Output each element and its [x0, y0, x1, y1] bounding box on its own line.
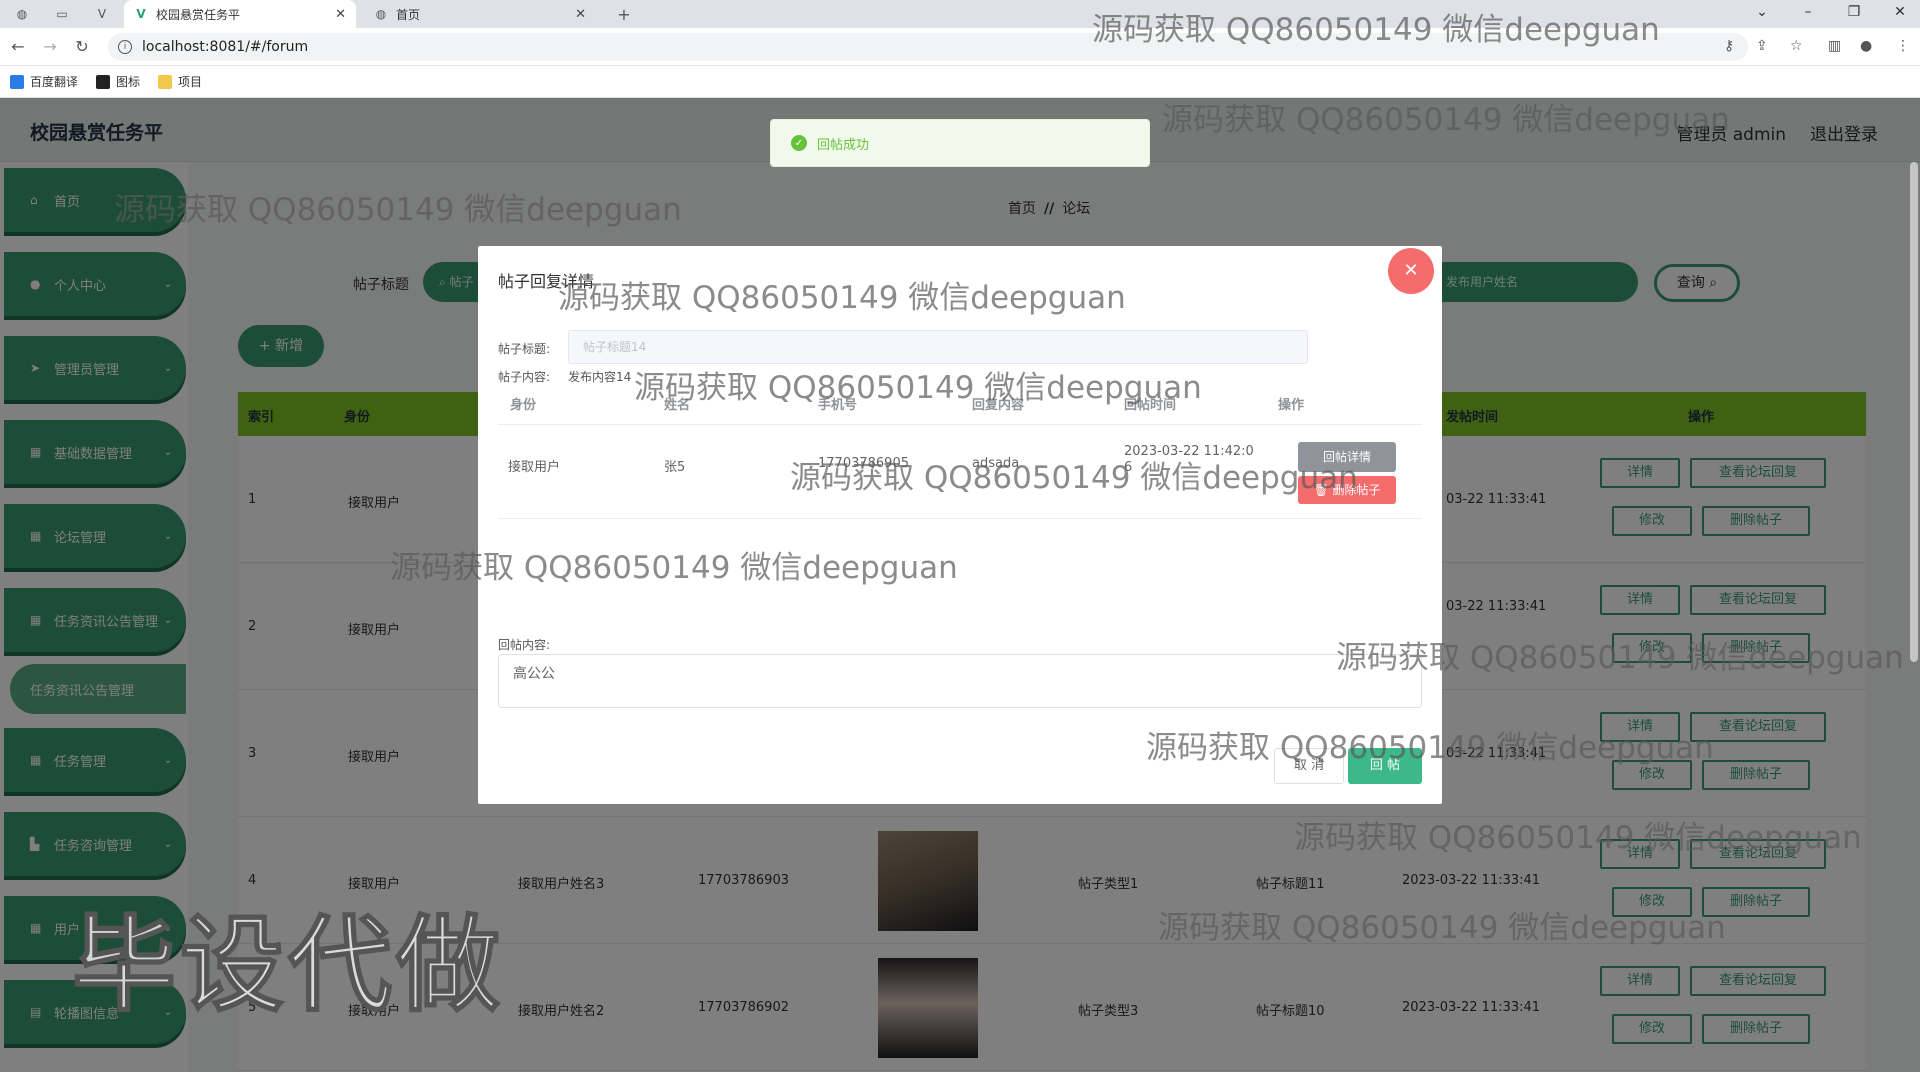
divider [498, 518, 1422, 519]
col-ops: 操作 [1278, 398, 1305, 413]
reply-name: 张5 [664, 460, 686, 475]
col-role: 身份 [510, 398, 537, 413]
watermark-big: 毕设代做 [71, 903, 505, 1027]
window-close-icon[interactable]: ✕ [1880, 4, 1920, 20]
url-text: localhost:8081/#/forum [142, 39, 309, 55]
reply-textarea[interactable]: 高公公 [498, 654, 1422, 708]
watermark: 源码获取 QQ86050149 微信deepguan [1294, 820, 1862, 856]
reply-role: 接取用户 [508, 460, 561, 475]
close-icon[interactable]: ✕ [1388, 248, 1434, 294]
watermark: 源码获取 QQ86050149 微信deepguan [1092, 12, 1660, 48]
bookmark-label: 图标 [116, 75, 141, 89]
folder-icon [158, 74, 173, 89]
post-title-label: 帖子标题: [498, 342, 551, 356]
info-icon[interactable]: i [118, 40, 132, 54]
blank-tab-icon[interactable]: ▭ [54, 6, 70, 22]
bookmark-translate[interactable]: 百度翻译 [10, 73, 78, 90]
bookmark-label: 百度翻译 [30, 75, 79, 89]
globe-icon[interactable]: ◍ [14, 6, 30, 22]
close-icon[interactable]: ✕ [575, 7, 586, 22]
tab-campus[interactable]: V 校园悬赏任务平 ✕ [124, 0, 356, 28]
divider [498, 424, 1422, 425]
tab-home[interactable]: ◍ 首页 ✕ [364, 0, 596, 28]
watermark: 源码获取 QQ86050149 微信deepguan [114, 192, 682, 228]
watermark: 源码获取 QQ86050149 微信deepguan [1336, 640, 1904, 676]
bookmark-label: 项目 [178, 75, 203, 89]
watermark: 源码获取 QQ86050149 微信deepguan [1158, 910, 1726, 946]
profile-icon[interactable]: ● [1860, 38, 1872, 54]
vue-icon[interactable]: V [94, 6, 110, 22]
reload-icon[interactable]: ↻ [72, 37, 92, 57]
watermark: 源码获取 QQ86050149 微信deepguan [1146, 730, 1714, 766]
watermark: 源码获取 QQ86050149 微信deepguan [790, 460, 1358, 496]
translate-icon [10, 74, 24, 89]
minimize-icon[interactable]: – [1788, 4, 1828, 20]
post-title-input[interactable]: 帖子标题14 [568, 330, 1308, 364]
star-icon[interactable]: ☆ [1790, 38, 1803, 54]
globe-icon: ◍ [375, 7, 387, 21]
back-icon[interactable]: ← [8, 37, 28, 57]
close-icon[interactable]: ✕ [335, 7, 346, 22]
key-icon[interactable]: ⚷ [1724, 38, 1734, 54]
watermark: 源码获取 QQ86050149 微信deepguan [390, 550, 958, 586]
tab-title: 校园悬赏任务平 [156, 7, 241, 22]
new-tab-icon[interactable]: + [616, 5, 632, 24]
watermark: 源码获取 QQ86050149 微信deepguan [1162, 102, 1730, 138]
share-icon[interactable]: ⇪ [1756, 38, 1768, 54]
restore-icon[interactable]: ❐ [1834, 4, 1874, 20]
post-content-label: 帖子内容: [498, 370, 551, 384]
watermark: 源码获取 QQ86050149 微信deepguan [558, 280, 1126, 316]
toast-message: 回帖成功 [817, 137, 870, 153]
vue-icon: V [136, 7, 146, 21]
check-icon: ✓ [791, 135, 807, 151]
reply-content-label: 回帖内容: [498, 638, 551, 652]
watermark: 源码获取 QQ86050149 微信deepguan [634, 370, 1202, 406]
bookmark-project[interactable]: 项目 [158, 73, 202, 90]
scrollbar[interactable] [1910, 162, 1918, 662]
bookmark-icons[interactable]: 图标 [96, 73, 140, 90]
tab-title: 首页 [396, 7, 421, 22]
menu-icon[interactable]: ⋮ [1896, 38, 1910, 54]
post-title-value: 帖子标题14 [583, 340, 647, 354]
chevron-down-icon[interactable]: ⌄ [1742, 4, 1782, 20]
reply-dialog: 帖子回复详情 ✕ 帖子标题: 帖子标题14 帖子内容: 发布内容14 身份 姓名… [478, 246, 1442, 804]
image-icon [96, 74, 111, 89]
sidepanel-icon[interactable]: ▥ [1828, 38, 1841, 54]
forward-icon[interactable]: → [40, 37, 60, 57]
post-content-value: 发布内容14 [568, 370, 632, 384]
success-toast: ✓ 回帖成功 [770, 119, 1150, 167]
